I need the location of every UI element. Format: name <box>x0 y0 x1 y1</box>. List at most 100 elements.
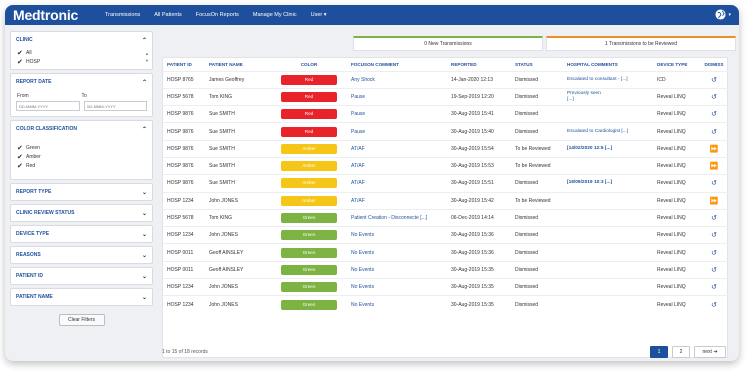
focuson-comment-link[interactable]: Pause <box>347 87 447 106</box>
filter-report-type[interactable]: REPORT TYPE ⌄ <box>10 183 153 201</box>
nav-all-patients[interactable]: All Patients <box>154 12 182 18</box>
focuson-comment-link[interactable]: Pause <box>347 105 447 123</box>
focuson-comment-link[interactable]: No Events <box>347 278 447 296</box>
table-row[interactable]: HOSP 0011 Geoff AINSLEY Green No Events 30-A… <box>163 243 729 262</box>
focuson-comment-link[interactable]: No Events <box>347 295 447 314</box>
focuson-comment-link[interactable]: No Events <box>347 260 447 279</box>
patient-id-cell: HOSP 9876 <box>163 122 205 141</box>
undo-icon[interactable]: ↺ <box>711 302 717 309</box>
focuson-comment-link[interactable]: AT/AF <box>347 156 447 175</box>
table-row[interactable]: HOSP 5678 Tom KING Red Pause 19-Sep-2019 12:… <box>163 87 729 106</box>
dismiss-cell: ↺ <box>699 226 729 244</box>
clinic-option-hosp[interactable]: ✔ HOSP <box>11 57 152 66</box>
clear-filters-button[interactable]: Clear Filters <box>58 314 105 326</box>
date-to-input[interactable] <box>83 101 147 111</box>
filter-clinic: CLINIC ⌃ ✔ All ✔ HOSP ▲ ▼ <box>10 31 153 70</box>
undo-icon[interactable]: ↺ <box>711 232 717 239</box>
next-page-button[interactable]: next ➜ <box>694 346 726 358</box>
undo-icon[interactable]: ↺ <box>711 284 717 291</box>
nav-manage-my-clinic[interactable]: Manage My Clinic <box>253 12 297 18</box>
color-cell: Amber <box>271 156 347 175</box>
table-row[interactable]: HOSP 9876 Sue SMITH Amber AT/AF 30-Aug-2019 … <box>163 156 729 175</box>
table-row[interactable]: HOSP 5678 Tom KING Green Patient Creation -… <box>163 208 729 227</box>
color-option-amber[interactable]: ✔ Amber <box>11 152 152 161</box>
undo-icon[interactable]: ↺ <box>711 94 717 101</box>
focuson-comment-link[interactable]: No Events <box>347 226 447 244</box>
hospital-comment-link[interactable] <box>563 295 653 314</box>
undo-icon[interactable]: ↺ <box>711 77 717 84</box>
page-1-button[interactable]: 1 <box>650 346 668 358</box>
nav-focuson-reports[interactable]: FocusOn Reports <box>196 12 239 18</box>
filter-clinic-review-status[interactable]: CLINIC REVIEW STATUS ⌄ <box>10 204 153 222</box>
tab-new-transmissions[interactable]: 0 New Transmissions <box>353 36 543 51</box>
hospital-comment-link[interactable] <box>563 260 653 279</box>
filter-clinic-header[interactable]: CLINIC ⌃ <box>11 32 152 48</box>
focuson-comment-link[interactable]: No Events <box>347 243 447 262</box>
table-row[interactable]: HOSP 8765 James Geoffrey Red Any Shock 14-Ja… <box>163 70 729 89</box>
col-focuson-comment[interactable]: FOCUSON COMMENT <box>347 58 447 71</box>
fast-forward-icon[interactable]: ⏩ <box>710 146 719 153</box>
page-2-button[interactable]: 2 <box>672 346 690 358</box>
clinic-option-all[interactable]: ✔ All <box>11 48 152 57</box>
filter-color-header[interactable]: COLOR CLASSIFICATION ⌃ <box>11 121 152 137</box>
focuson-comment-link[interactable]: AT/AF <box>347 139 447 158</box>
col-dismiss[interactable]: DISMISS <box>699 58 729 71</box>
hospital-comment-link[interactable] <box>563 191 653 210</box>
hospital-comment-link[interactable]: [19/09/2019 10:3 [...] <box>563 174 653 193</box>
color-option-red[interactable]: ✔ Red <box>11 161 152 170</box>
date-from-input[interactable] <box>16 101 80 111</box>
hospital-comment-link[interactable] <box>563 243 653 262</box>
hospital-comment-link[interactable] <box>563 226 653 244</box>
nav-transmissions[interactable]: Transmissions <box>105 12 140 18</box>
fast-forward-icon[interactable]: ⏩ <box>710 198 719 205</box>
table-row[interactable]: HOSP 9876 Sue SMITH Amber AT/AF 30-Aug-2019 … <box>163 174 729 193</box>
filter-patient-id[interactable]: PATIENT ID ⌄ <box>10 267 153 285</box>
table-row[interactable]: HOSP 1234 John JONES Green No Events 30-Aug-… <box>163 278 729 296</box>
filter-report-date-header[interactable]: REPORT DATE ⌃ <box>11 74 152 90</box>
undo-icon[interactable]: ↺ <box>711 111 717 118</box>
hospital-comment-link[interactable]: Escalated to consultant - [...] <box>563 70 653 89</box>
nav-user[interactable]: User ▾ <box>311 12 327 18</box>
tab-to-be-reviewed[interactable]: 1 Transmissions to be Reviewed <box>546 36 736 51</box>
language-menu[interactable]: ▾ <box>715 9 731 20</box>
filter-reasons[interactable]: REASONS ⌄ <box>10 246 153 264</box>
table-row[interactable]: HOSP 9876 Sue SMITH Amber AT/AF 30-Aug-2019 … <box>163 139 729 158</box>
col-device-type[interactable]: DEVICE TYPE <box>653 58 699 71</box>
col-status[interactable]: STATUS <box>511 58 563 71</box>
undo-icon[interactable]: ↺ <box>711 267 717 274</box>
col-patient-id[interactable]: PATIENT ID <box>163 58 205 71</box>
undo-icon[interactable]: ↺ <box>711 129 717 136</box>
undo-icon[interactable]: ↺ <box>711 250 717 257</box>
fast-forward-icon[interactable]: ⏩ <box>710 163 719 170</box>
table-row[interactable]: HOSP 1234 John JONES Green No Events 30-Aug-… <box>163 226 729 244</box>
hospital-comment-link[interactable] <box>563 208 653 227</box>
hospital-comment-link[interactable] <box>563 278 653 296</box>
focuson-comment-link[interactable]: Pause <box>347 122 447 141</box>
table-row[interactable]: HOSP 9876 Sue SMITH Red Pause 30-Aug-2019 15… <box>163 105 729 123</box>
hospital-comment-link[interactable]: Escalated to Cardiologist [...] <box>563 122 653 141</box>
col-patient-name[interactable]: PATIENT NAME <box>205 58 271 71</box>
undo-icon[interactable]: ↺ <box>711 180 717 187</box>
patient-name-cell: Sue SMITH <box>205 105 271 123</box>
color-option-green[interactable]: ✔ Green <box>11 143 152 152</box>
focuson-comment-link[interactable]: Any Shock <box>347 70 447 89</box>
filter-device-type[interactable]: DEVICE TYPE ⌄ <box>10 225 153 243</box>
col-hospital-comments[interactable]: HOSPITAL COMMENTS <box>563 58 653 71</box>
undo-icon[interactable]: ↺ <box>711 215 717 222</box>
table-row[interactable]: HOSP 1234 John JONES Green No Events 30-Aug-… <box>163 295 729 314</box>
table-row[interactable]: HOSP 1234 John JONES Amber AT/AF 30-Aug-2019… <box>163 191 729 210</box>
hospital-comment-link[interactable]: [14/02/2020 12:5 [...] <box>563 139 653 158</box>
hospital-comment-link[interactable] <box>563 156 653 175</box>
table-row[interactable]: HOSP 0011 Geoff AINSLEY Green No Events 30-A… <box>163 260 729 279</box>
scrollbar[interactable]: ▲ ▼ <box>145 50 149 64</box>
focuson-comment-link[interactable]: Patient Creation - Disconnecte [...] <box>347 208 447 227</box>
filter-patient-name[interactable]: PATIENT NAME ⌄ <box>10 288 153 306</box>
hospital-comment-link[interactable]: Previously seen [...] <box>563 87 653 106</box>
focuson-comment-link[interactable]: AT/AF <box>347 174 447 193</box>
table-row[interactable]: HOSP 9876 Sue SMITH Red Pause 30-Aug-2019 15… <box>163 122 729 141</box>
patient-name-cell: John JONES <box>205 226 271 244</box>
col-color[interactable]: COLOR <box>271 58 347 71</box>
col-reported[interactable]: REPORTED <box>447 58 511 71</box>
focuson-comment-link[interactable]: AT/AF <box>347 191 447 210</box>
hospital-comment-link[interactable] <box>563 105 653 123</box>
